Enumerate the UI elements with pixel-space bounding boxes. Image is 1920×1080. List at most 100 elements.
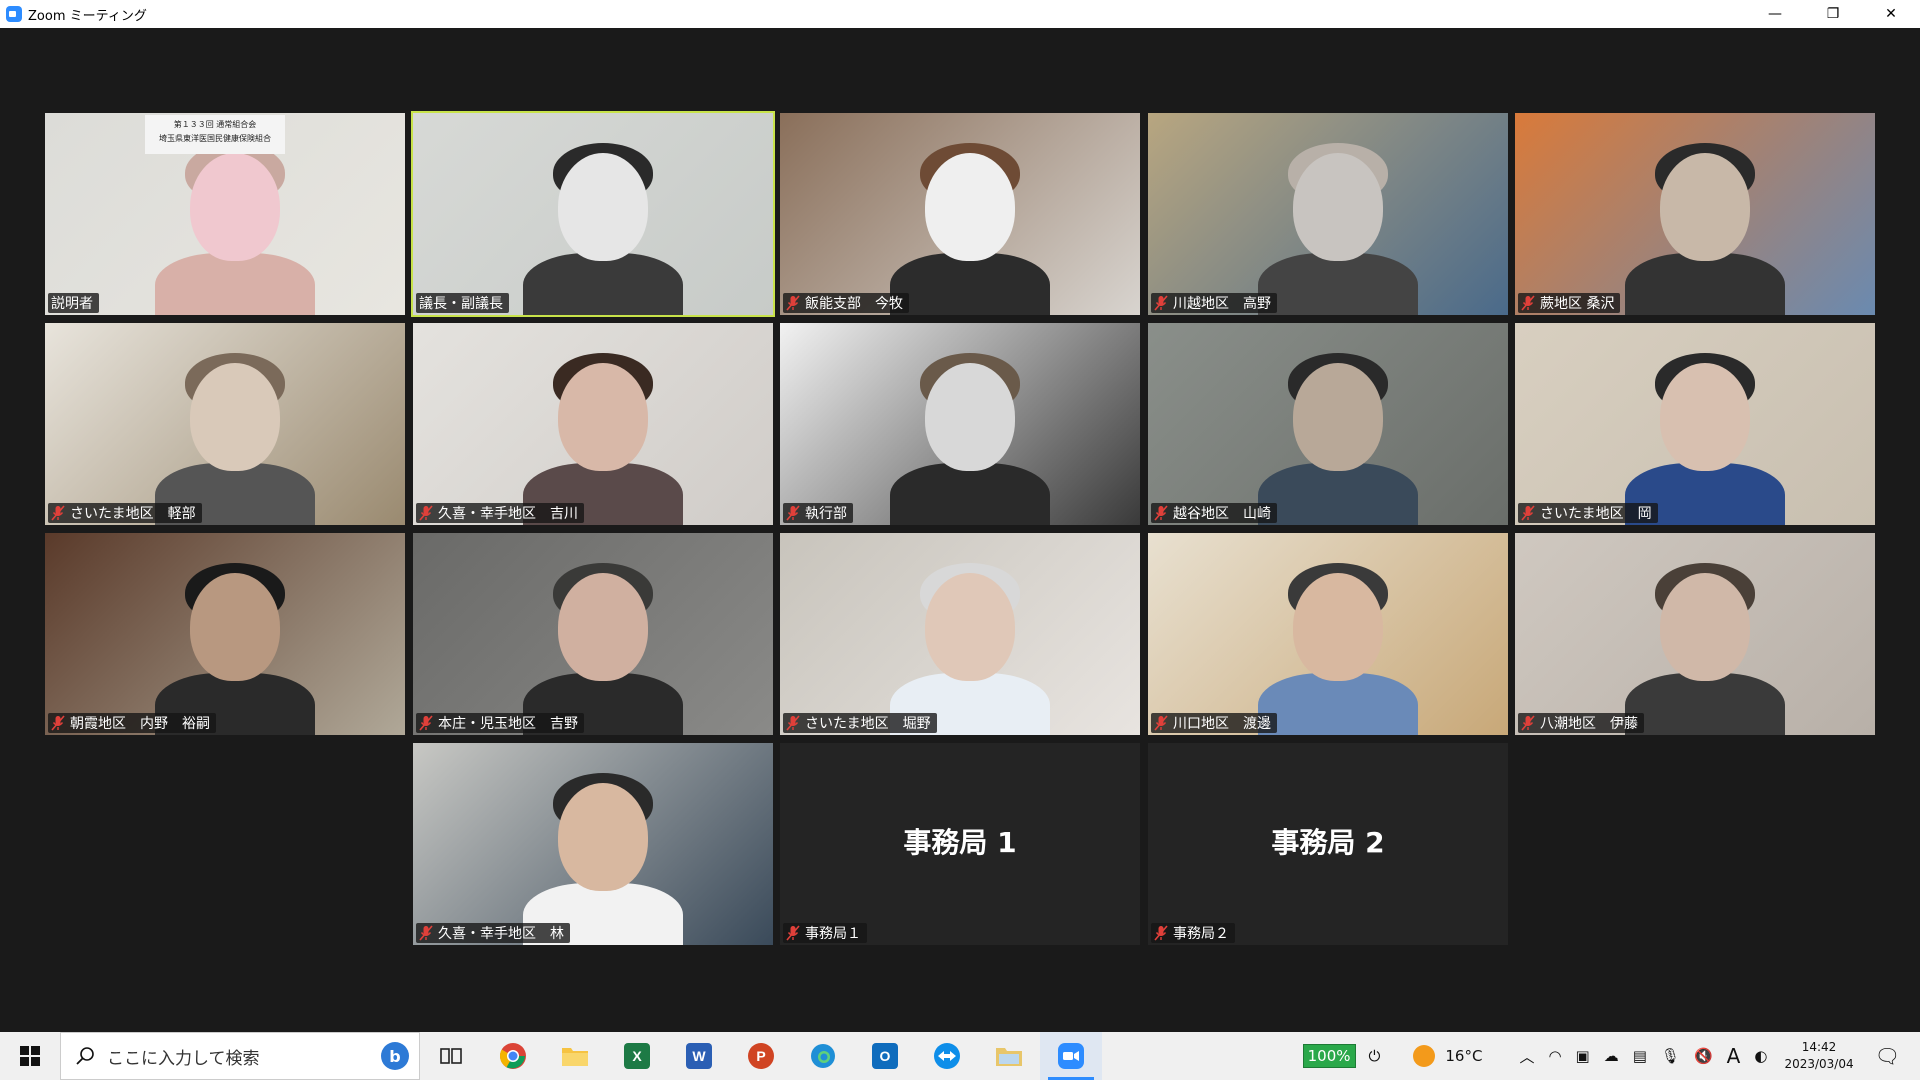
network-icon[interactable]: ▤ <box>1633 1047 1647 1065</box>
close-button[interactable]: ✕ <box>1862 0 1920 28</box>
participant-silhouette <box>1258 253 1418 315</box>
participant-silhouette <box>1258 463 1418 525</box>
participant-nameplate: 八潮地区 伊藤 <box>1518 713 1644 733</box>
edge-taskbar-button[interactable] <box>792 1032 854 1080</box>
weather-sun-icon[interactable] <box>1413 1045 1436 1067</box>
folder-taskbar-button[interactable] <box>978 1032 1040 1080</box>
participant-tile[interactable]: 川口地区 渡邊 <box>1148 533 1508 735</box>
participant-name: 越谷地区 山崎 <box>1173 506 1271 522</box>
participant-video <box>45 323 405 525</box>
participant-name: 説明者 <box>51 296 93 312</box>
participant-tile[interactable]: 八潮地区 伊藤 <box>1515 533 1875 735</box>
background-sign-line1: 第１３３回 通常組合会 <box>173 120 257 129</box>
participant-face <box>190 153 280 261</box>
participant-tile[interactable]: 執行部 <box>780 323 1140 525</box>
muted-mic-icon <box>786 925 800 941</box>
temperature-label[interactable]: 16°C <box>1445 1047 1482 1065</box>
participant-tile[interactable]: さいたま地区 堀野 <box>780 533 1140 735</box>
participant-video <box>413 323 773 525</box>
microphone-icon[interactable]: 🎙 <box>1661 1047 1680 1065</box>
participant-tile[interactable]: 本庄・児玉地区 吉野 <box>413 533 773 735</box>
participant-tile[interactable]: さいたま地区 軽部 <box>45 323 405 525</box>
participant-tile[interactable]: 蕨地区 桑沢 <box>1515 113 1875 315</box>
participant-face <box>1660 363 1750 471</box>
participant-name: 飯能支部 今牧 <box>805 296 903 312</box>
participant-display-name: 事務局 2 <box>1271 826 1385 859</box>
participant-name: 川口地区 渡邊 <box>1173 716 1271 732</box>
window-title: Zoom ミーティング <box>28 8 147 24</box>
muted-mic-icon <box>786 715 800 731</box>
participant-nameplate: 執行部 <box>783 503 853 523</box>
zoom-taskbar-button[interactable] <box>1040 1032 1102 1080</box>
participant-tile[interactable]: 議長・副議長 <box>411 111 775 317</box>
participant-tile[interactable]: 久喜・幸手地区 林 <box>413 743 773 945</box>
ime-icon[interactable]: ◐ <box>1754 1047 1767 1065</box>
participant-nameplate: 蕨地区 桑沢 <box>1518 293 1621 313</box>
participant-nameplate: 久喜・幸手地区 林 <box>416 923 570 943</box>
participant-name: 蕨地区 桑沢 <box>1540 296 1615 312</box>
participant-name: さいたま地区 堀野 <box>805 716 931 732</box>
participant-tile[interactable]: 第１３３回 通常組合会 埼玉県東洋医国民健康保険組合 説明者 <box>45 113 405 315</box>
search-icon <box>76 1047 94 1065</box>
participant-video <box>45 533 405 735</box>
participant-name: 久喜・幸手地区 吉川 <box>438 506 578 522</box>
participant-nameplate: 本庄・児玉地区 吉野 <box>416 713 584 733</box>
participant-face <box>1293 153 1383 261</box>
clock[interactable]: 14:42 2023/03/04 <box>1784 1039 1853 1073</box>
taskbar-search-box[interactable]: ここに入力して検索 b <box>60 1032 420 1080</box>
excel-taskbar-button[interactable]: X <box>606 1032 668 1080</box>
bing-icon[interactable]: b <box>381 1042 409 1070</box>
participant-tile[interactable]: 飯能支部 今牧 <box>780 113 1140 315</box>
participant-tile[interactable]: 事務局 1 事務局１ <box>780 743 1140 945</box>
chrome-taskbar-button[interactable] <box>482 1032 544 1080</box>
task-view-button[interactable] <box>420 1032 482 1080</box>
participant-tile[interactable]: 川越地区 高野 <box>1148 113 1508 315</box>
participant-name: 事務局１ <box>805 926 861 942</box>
wifi-icon[interactable]: ◠ <box>1548 1047 1561 1065</box>
chrome-icon <box>499 1043 526 1069</box>
onedrive-icon[interactable]: ☁ <box>1604 1047 1619 1065</box>
participant-nameplate: さいたま地区 堀野 <box>783 713 937 733</box>
folder-icon <box>996 1048 1022 1066</box>
powerpoint-taskbar-button[interactable]: P <box>730 1032 792 1080</box>
participant-face <box>925 573 1015 681</box>
participant-tile[interactable]: 越谷地区 山崎 <box>1148 323 1508 525</box>
clock-date: 2023/03/04 <box>1784 1057 1854 1071</box>
participant-nameplate: さいたま地区 岡 <box>1518 503 1658 523</box>
minimize-button[interactable]: — <box>1746 0 1804 28</box>
file-explorer-taskbar-button[interactable] <box>544 1032 606 1080</box>
notification-icon[interactable]: 🗨 <box>1875 1044 1900 1068</box>
camera-icon[interactable]: ▣ <box>1576 1047 1590 1065</box>
task-view-icon <box>440 1048 462 1064</box>
participant-nameplate: 説明者 <box>48 293 99 313</box>
participant-silhouette <box>890 463 1050 525</box>
chevron-up-icon[interactable]: ︿ <box>1519 1046 1534 1067</box>
participant-name: 朝霞地区 内野 裕嗣 <box>70 716 210 732</box>
participant-name: 執行部 <box>805 506 847 522</box>
ime-mode-indicator[interactable]: A <box>1727 1044 1741 1068</box>
participant-display-name: 事務局 1 <box>903 826 1017 859</box>
participant-nameplate: 川越地区 高野 <box>1151 293 1277 313</box>
start-button[interactable] <box>0 1032 60 1080</box>
participant-tile[interactable]: 朝霞地区 内野 裕嗣 <box>45 533 405 735</box>
outlook-taskbar-button[interactable]: O <box>854 1032 916 1080</box>
volume-muted-icon[interactable]: 🔇 <box>1694 1047 1713 1065</box>
participant-video <box>780 323 1140 525</box>
system-tray: 100% ⏻ 16°C ︿ ◠ ▣ ☁ ▤ 🎙 🔇 A ◐ 14:42 2023… <box>1302 1032 1920 1080</box>
muted-mic-icon <box>786 295 800 311</box>
word-taskbar-button[interactable]: W <box>668 1032 730 1080</box>
participant-name: 川越地区 高野 <box>1173 296 1271 312</box>
muted-mic-icon <box>51 505 65 521</box>
zoom-icon <box>1058 1043 1084 1069</box>
muted-mic-icon <box>1521 505 1535 521</box>
participant-tile[interactable]: さいたま地区 岡 <box>1515 323 1875 525</box>
participant-silhouette <box>523 253 683 315</box>
zoom-app-icon <box>6 6 22 22</box>
battery-indicator[interactable]: 100% <box>1302 1044 1356 1068</box>
teamviewer-taskbar-button[interactable] <box>916 1032 978 1080</box>
participant-tile[interactable]: 久喜・幸手地区 吉川 <box>413 323 773 525</box>
teamviewer-icon <box>934 1043 960 1069</box>
restore-button[interactable]: ❐ <box>1804 0 1862 28</box>
participant-silhouette <box>1258 673 1418 735</box>
participant-tile[interactable]: 事務局 2 事務局２ <box>1148 743 1508 945</box>
